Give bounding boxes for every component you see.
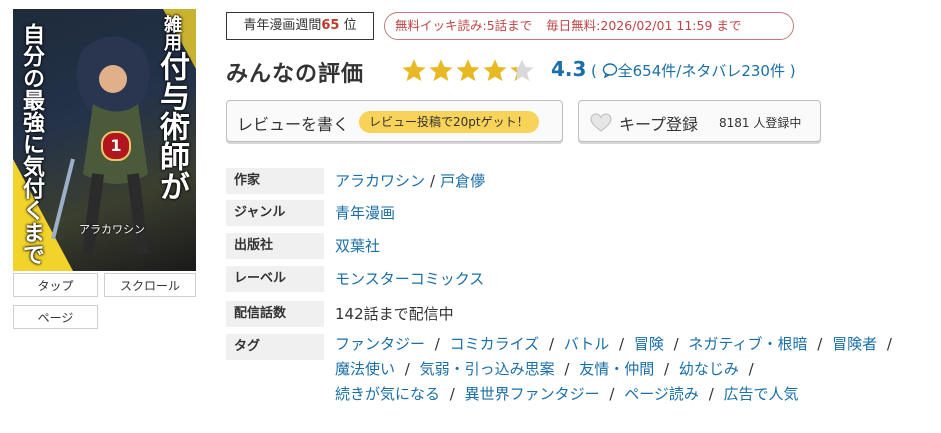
tag-separator: /: [812, 335, 828, 353]
free-reading-info: 無料イッキ読み:5話まで 毎日無料:2026/02/01 11:59 まで: [384, 12, 794, 40]
author-link-2[interactable]: 戸倉儚: [440, 172, 485, 190]
tag-separator: /: [659, 360, 674, 378]
tags-line-3: 続きが気になる / 異世界ファンタジー / ページ読み / 広告で人気: [335, 381, 799, 407]
star-icon: [456, 59, 480, 81]
scroll-view-button[interactable]: スクロール: [104, 273, 196, 297]
episodes-value: 142話まで配信中: [335, 305, 454, 323]
tap-view-button[interactable]: タップ: [13, 273, 98, 297]
star-rating: [401, 58, 536, 84]
heart-icon: [590, 113, 612, 132]
tag-link[interactable]: 幼なじみ: [679, 360, 739, 378]
tag-link[interactable]: 気弱・引っ込み思案: [420, 360, 555, 378]
cover-title-left: 自分の最強に気付くまで: [19, 23, 44, 265]
tag-link[interactable]: 続きが気になる: [335, 385, 440, 403]
label-label: レーベル: [226, 266, 324, 292]
tag-separator: /: [703, 385, 719, 403]
episodes-label: 配信話数: [226, 301, 324, 327]
tag-link[interactable]: ネガティブ・根暗: [688, 335, 807, 353]
star-icon: [510, 59, 534, 81]
tag-separator: /: [882, 335, 892, 353]
keep-count: 8181 人登録中: [719, 116, 802, 130]
tag-link[interactable]: バトル: [564, 335, 609, 353]
cover-author: アラカワシン: [79, 223, 145, 236]
publisher-link[interactable]: 双葉社: [335, 237, 380, 255]
star-icon: [429, 59, 453, 81]
tag-separator: /: [445, 385, 460, 403]
tag-separator: /: [604, 385, 620, 403]
ranking-prefix: 青年漫画週間: [243, 18, 322, 33]
keep-register-label: キープ登録: [619, 115, 699, 134]
keep-register-button[interactable]: キープ登録 8181 人登録中: [578, 100, 821, 142]
write-review-button[interactable]: レビューを書く レビュー投稿で20ptゲット！: [226, 100, 563, 142]
tags-line-2: 魔法使い / 気弱・引っ込み思案 / 友情・仲間 / 幼なじみ /: [335, 356, 759, 382]
publisher-label: 出版社: [226, 233, 324, 259]
review-points-badge: レビュー投稿で20ptゲット！: [359, 111, 539, 133]
tag-separator: /: [544, 335, 559, 353]
tag-link[interactable]: 友情・仲間: [579, 360, 654, 378]
tag-link[interactable]: ファンタジー: [335, 335, 425, 353]
review-count-link[interactable]: ( 全654件/ネタバレ230件 ): [591, 60, 796, 81]
cover-volume-badge: 1: [101, 131, 131, 161]
free-ikki-text: 無料イッキ読み:5話まで: [395, 18, 533, 33]
review-close-paren: ): [789, 62, 796, 80]
tag-separator: /: [430, 335, 445, 353]
tag-separator: /: [743, 360, 754, 378]
tag-separator: /: [400, 360, 415, 378]
tag-link[interactable]: 冒険: [634, 335, 664, 353]
tag-separator: /: [559, 360, 575, 378]
tags-label: タグ: [226, 334, 324, 360]
tag-separator: /: [614, 335, 629, 353]
author-link-1[interactable]: アラカワシン: [335, 172, 425, 190]
page-view-button[interactable]: ページ: [13, 305, 98, 329]
review-count-text: 全654件/ネタバレ230件: [617, 62, 785, 80]
tag-link[interactable]: 異世界ファンタジー: [465, 385, 600, 403]
tags-line-1: ファンタジー / コミカライズ / バトル / 冒険 / ネガティブ・根暗 / …: [335, 331, 897, 357]
tag-link[interactable]: 広告で人気: [724, 385, 799, 403]
write-review-label: レビューを書く: [237, 115, 350, 134]
label-link[interactable]: モンスターコミックス: [335, 270, 484, 288]
review-open-paren: (: [591, 62, 597, 80]
tag-link[interactable]: 冒険者: [832, 335, 877, 353]
comic-cover-image[interactable]: 自分の最強に気付くまで 雑用付与術師が 1 アラカワシン: [13, 9, 196, 271]
ranking-number: 65: [321, 18, 340, 33]
rating-heading: みんなの評価: [226, 62, 365, 87]
tag-separator: /: [668, 335, 684, 353]
tag-link[interactable]: コミカライズ: [450, 335, 540, 353]
tag-link[interactable]: 魔法使い: [335, 360, 395, 378]
tag-link[interactable]: ページ読み: [624, 385, 699, 403]
star-icon: [483, 59, 507, 81]
ranking-suffix: 位: [343, 18, 357, 33]
star-icon: [402, 59, 426, 81]
weekly-ranking-badge[interactable]: 青年漫画週間65 位: [226, 12, 374, 40]
cover-title-main: 雑用付与術師が: [154, 15, 189, 201]
genre-link[interactable]: 青年漫画: [335, 204, 395, 222]
rating-score: 4.3: [551, 57, 587, 81]
free-daily-text: 毎日無料:2026/02/01 11:59 まで: [546, 18, 742, 33]
genre-label: ジャンル: [226, 200, 324, 226]
speech-bubble-icon: [602, 63, 617, 78]
author-label: 作家: [226, 168, 324, 194]
